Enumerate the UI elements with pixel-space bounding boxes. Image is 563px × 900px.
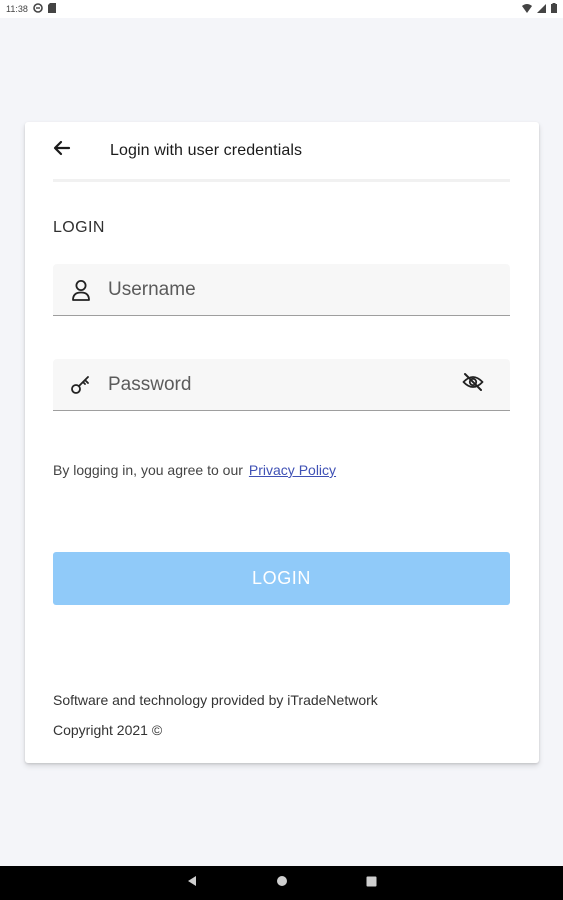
back-button[interactable] [53,135,85,167]
vpn-icon [33,3,43,15]
navigation-bar [0,866,563,900]
status-left: 11:38 [6,3,56,15]
login-card: Login with user credentials LOGIN Userna… [25,122,539,763]
agreement-label: By logging in, you agree to our [53,462,243,478]
triangle-back-icon [186,874,198,892]
login-button[interactable]: LOGIN [53,552,510,605]
password-input[interactable] [108,359,460,410]
status-right [522,3,557,15]
status-bar: 11:38 [0,0,563,18]
person-icon [69,278,93,302]
username-field[interactable] [53,264,510,316]
page-title: Login with user credentials [110,141,303,159]
key-icon [69,373,93,397]
nav-recents-button[interactable] [362,873,382,893]
card-header: Login with user credentials [53,122,510,182]
signal-icon [537,3,546,15]
copyright-text: Copyright 2021 © [53,722,163,738]
privacy-policy-link[interactable]: Privacy Policy [249,462,336,478]
nav-home-button[interactable] [272,873,292,893]
eye-off-icon [462,372,484,397]
password-field[interactable] [53,359,510,411]
provider-text: Software and technology provided by iTra… [53,692,378,708]
home-circle-icon [276,874,288,892]
recents-square-icon [366,874,377,892]
username-input[interactable] [108,264,510,315]
toggle-visibility-button[interactable] [460,372,486,398]
nav-back-button[interactable] [182,873,202,893]
sd-card-icon [47,3,56,15]
arrow-left-icon [53,140,71,161]
battery-icon [551,3,557,15]
login-section-label: LOGIN [53,219,105,236]
agreement-text: By logging in, you agree to our Privacy … [53,462,336,478]
wifi-icon [522,3,532,15]
status-time: 11:38 [6,4,28,14]
